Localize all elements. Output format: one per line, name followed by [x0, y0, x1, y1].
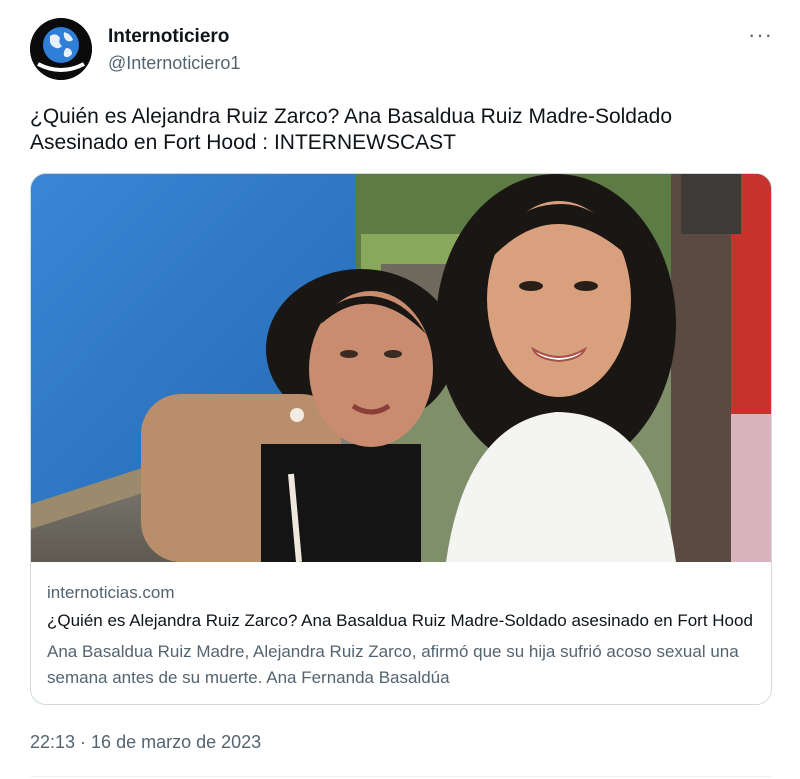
author-handle[interactable]: @Internoticiero1	[108, 53, 240, 74]
tweet-text: ¿Quién es Alejandra Ruiz Zarco? Ana Basa…	[30, 105, 673, 154]
globe-icon	[30, 18, 92, 80]
avatar[interactable]	[30, 18, 92, 80]
card-domain: internoticias.com	[47, 583, 175, 602]
tweet-timestamp[interactable]: 22:13 · 16 de marzo de 2023	[30, 732, 261, 753]
more-options-icon[interactable]: ···	[748, 22, 773, 48]
card-photo	[31, 174, 771, 562]
divider	[30, 776, 772, 777]
card-title: ¿Quién es Alejandra Ruiz Zarco? Ana Basa…	[47, 611, 753, 630]
link-preview-card[interactable]: internoticias.com ¿Quién es Alejandra Ru…	[30, 173, 772, 705]
author-display-name[interactable]: Internoticiero	[108, 26, 229, 48]
card-description: Ana Basaldua Ruiz Madre, Alejandra Ruiz …	[47, 642, 739, 687]
card-image[interactable]	[31, 174, 771, 562]
